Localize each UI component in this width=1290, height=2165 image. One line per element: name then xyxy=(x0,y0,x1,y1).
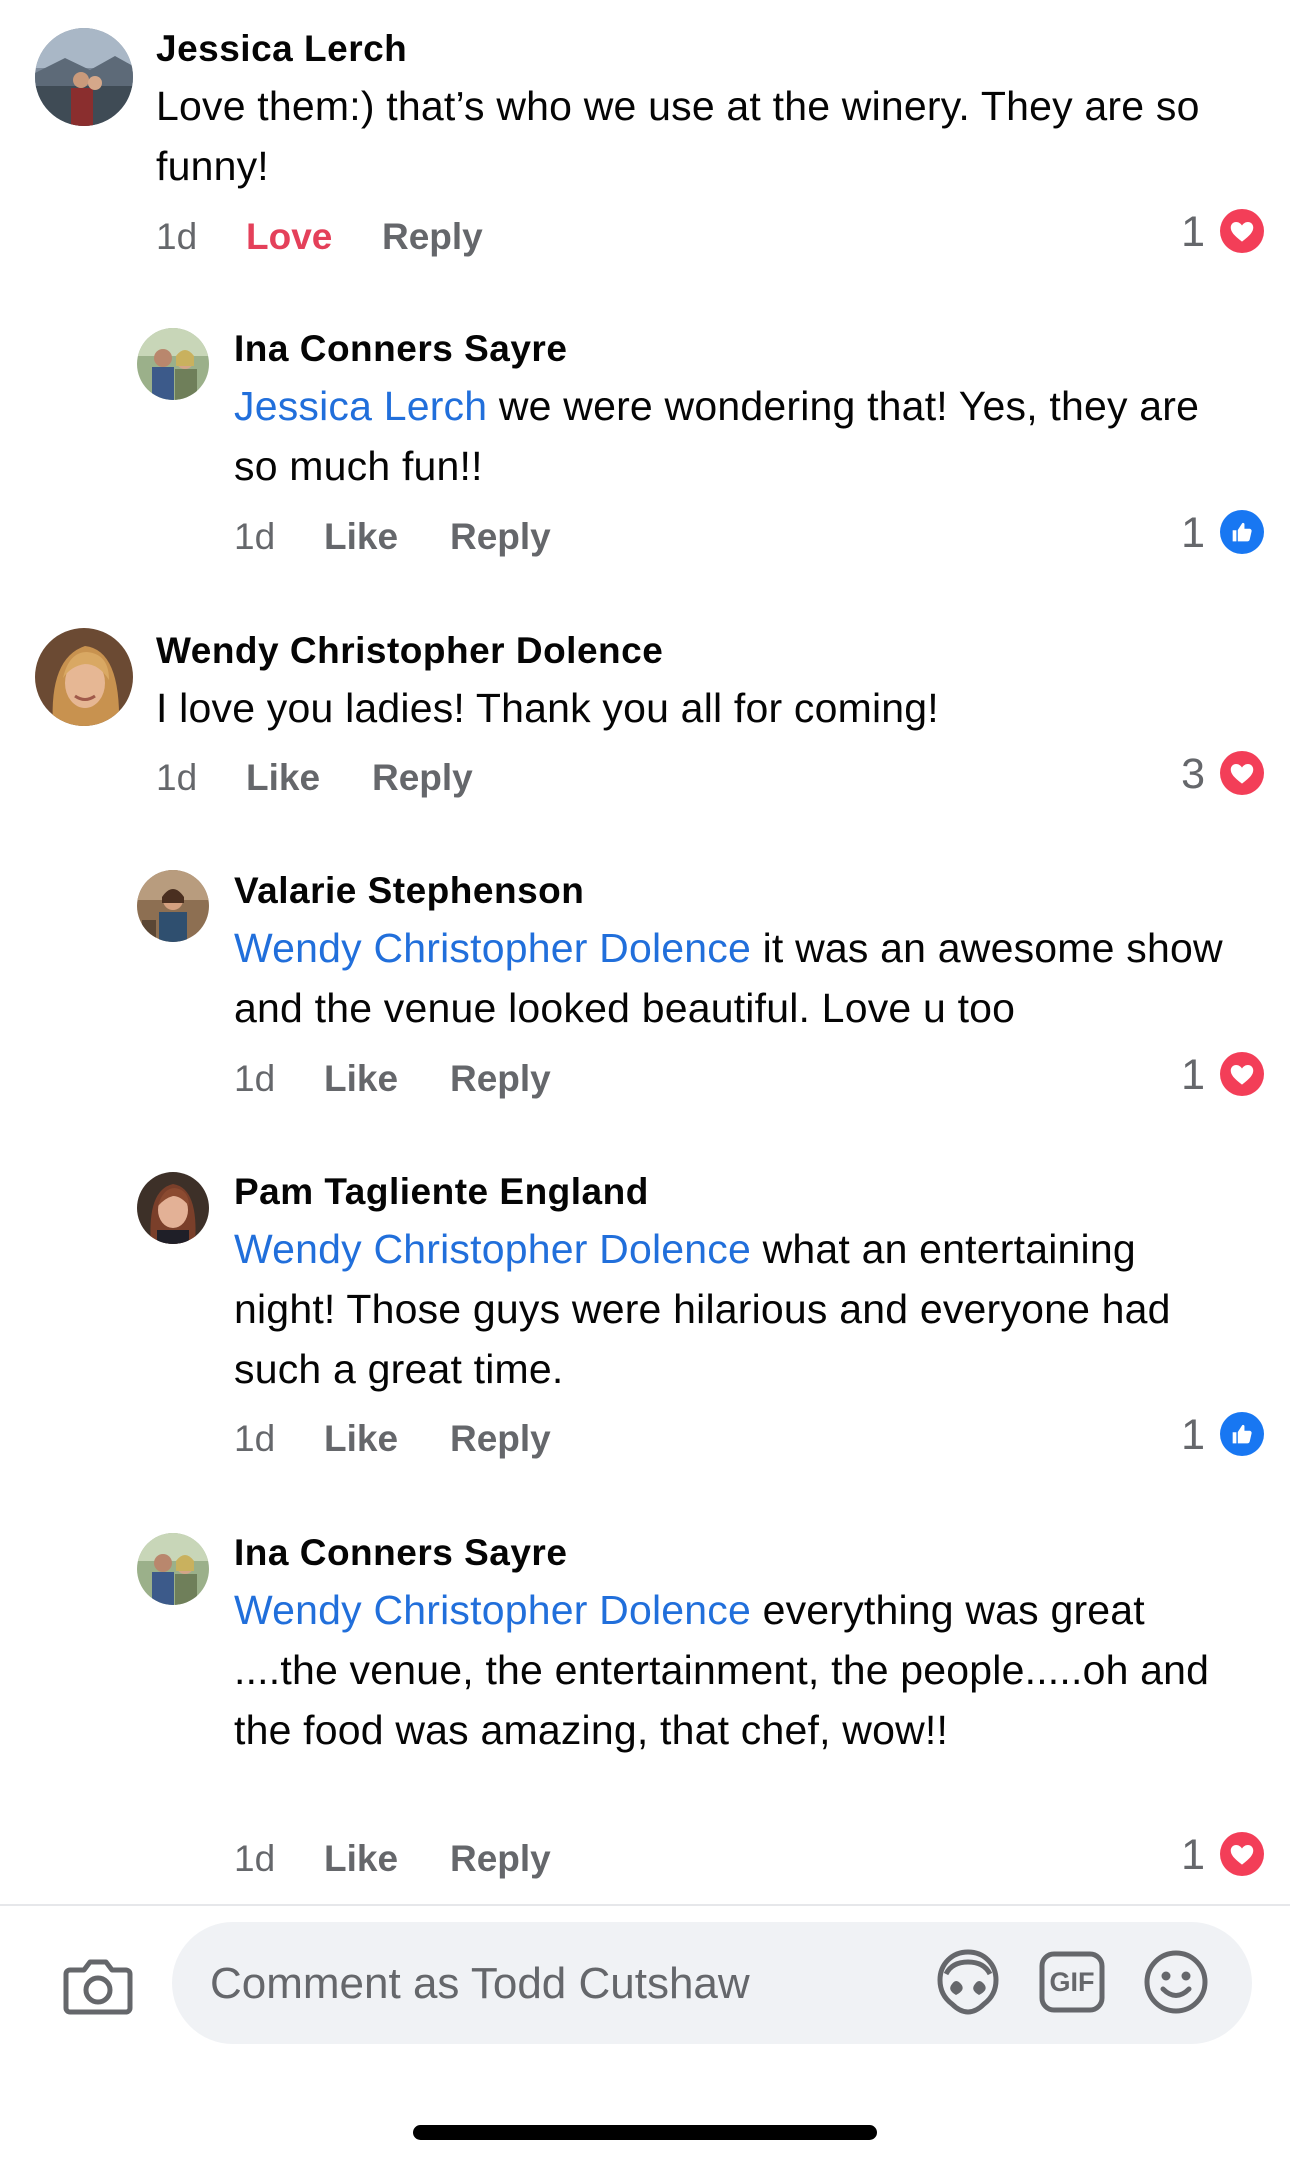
comment-text-content: I love you ladies! Thank you all for com… xyxy=(156,685,939,731)
reply-button[interactable]: Reply xyxy=(450,1058,551,1100)
mention-link[interactable]: Wendy Christopher Dolence xyxy=(234,1587,751,1633)
heart-icon xyxy=(1217,1829,1267,1879)
emoji-icon[interactable] xyxy=(1138,1944,1214,2020)
comment-input-box[interactable]: GIF xyxy=(172,1922,1252,2044)
comment-time: 1d xyxy=(234,1418,276,1459)
reaction-count: 1 xyxy=(1181,1411,1205,1459)
comment-text: Wendy Christopher Dolence everything was… xyxy=(234,1580,1234,1760)
avatar[interactable] xyxy=(35,28,133,126)
reply-button[interactable]: Reply xyxy=(450,516,551,558)
avatar[interactable] xyxy=(137,1533,209,1605)
reaction-count: 3 xyxy=(1181,750,1205,798)
heart-icon xyxy=(1217,206,1267,256)
comment-text: Love them:) that’s who we use at the win… xyxy=(156,76,1236,196)
avatar[interactable] xyxy=(137,328,209,400)
avatar[interactable] xyxy=(137,870,209,942)
home-indicator[interactable] xyxy=(413,2125,877,2140)
comment-input[interactable] xyxy=(208,1948,892,2020)
reaction-count: 1 xyxy=(1181,1831,1205,1879)
reply-button[interactable]: Reply xyxy=(450,1418,551,1460)
comment-text: Jessica Lerch we were wondering that! Ye… xyxy=(234,376,1234,496)
comment-text: Wendy Christopher Dolence it was an awes… xyxy=(234,918,1234,1038)
comment-actions: 1d Like Reply xyxy=(234,516,834,564)
comment-actions: 1d Like Reply xyxy=(234,1058,834,1106)
reaction-summary[interactable]: 1 xyxy=(1147,1829,1267,1881)
reaction-summary[interactable]: 3 xyxy=(1147,748,1267,800)
reaction-summary[interactable]: 1 xyxy=(1147,507,1267,559)
mention-link[interactable]: Jessica Lerch xyxy=(234,383,487,429)
reply-button[interactable]: Reply xyxy=(450,1838,551,1880)
thumbs-up-icon xyxy=(1217,1409,1267,1459)
camera-icon[interactable] xyxy=(62,1954,134,2018)
like-button[interactable]: Like xyxy=(246,757,320,799)
reply-button[interactable]: Reply xyxy=(372,757,473,799)
avatar[interactable] xyxy=(137,1172,209,1244)
comment-actions: 1d Like Reply xyxy=(156,757,756,805)
reaction-summary[interactable]: 1 xyxy=(1147,206,1267,258)
comment-thread: Jessica Lerch Love them:) that’s who we … xyxy=(0,0,1290,1904)
comment-actions: 1d Like Reply xyxy=(234,1838,834,1886)
reply-button[interactable]: Reply xyxy=(382,216,483,258)
reaction-count: 1 xyxy=(1181,509,1205,557)
like-button[interactable]: Like xyxy=(324,1838,398,1880)
avatar-sticker-icon[interactable] xyxy=(930,1944,1006,2020)
comment-time: 1d xyxy=(156,757,198,798)
react-button[interactable]: Love xyxy=(246,216,332,258)
heart-icon xyxy=(1217,1049,1267,1099)
gif-icon[interactable]: GIF xyxy=(1034,1944,1110,2020)
comment-composer: GIF xyxy=(0,1906,1290,2165)
mention-link[interactable]: Wendy Christopher Dolence xyxy=(234,1226,751,1272)
comment-time: 1d xyxy=(156,216,198,257)
comment-actions: 1d Love Reply xyxy=(156,216,756,264)
reaction-count: 1 xyxy=(1181,208,1205,256)
comment-author[interactable]: Ina Conners Sayre xyxy=(234,328,567,370)
comment-author[interactable]: Ina Conners Sayre xyxy=(234,1532,567,1574)
comment-actions: 1d Like Reply xyxy=(234,1418,834,1466)
heart-icon xyxy=(1217,748,1267,798)
like-button[interactable]: Like xyxy=(324,1418,398,1460)
comment-author[interactable]: Pam Tagliente England xyxy=(234,1171,649,1213)
comment-author[interactable]: Valarie Stephenson xyxy=(234,870,584,912)
avatar[interactable] xyxy=(35,628,133,726)
comment-text: I love you ladies! Thank you all for com… xyxy=(156,678,1236,738)
comment-author[interactable]: Jessica Lerch xyxy=(156,28,407,70)
reaction-summary[interactable]: 1 xyxy=(1147,1409,1267,1461)
comment-time: 1d xyxy=(234,1058,276,1099)
like-button[interactable]: Like xyxy=(324,1058,398,1100)
gif-label: GIF xyxy=(1049,1967,1095,1997)
comment-author[interactable]: Wendy Christopher Dolence xyxy=(156,630,663,672)
comment-text-content: Love them:) that’s who we use at the win… xyxy=(156,83,1200,189)
reaction-count: 1 xyxy=(1181,1051,1205,1099)
thumbs-up-icon xyxy=(1217,507,1267,557)
mention-link[interactable]: Wendy Christopher Dolence xyxy=(234,925,751,971)
like-button[interactable]: Like xyxy=(324,516,398,558)
comment-time: 1d xyxy=(234,516,276,557)
comment-text: Wendy Christopher Dolence what an entert… xyxy=(234,1219,1234,1399)
reaction-summary[interactable]: 1 xyxy=(1147,1049,1267,1101)
comment-time: 1d xyxy=(234,1838,276,1879)
